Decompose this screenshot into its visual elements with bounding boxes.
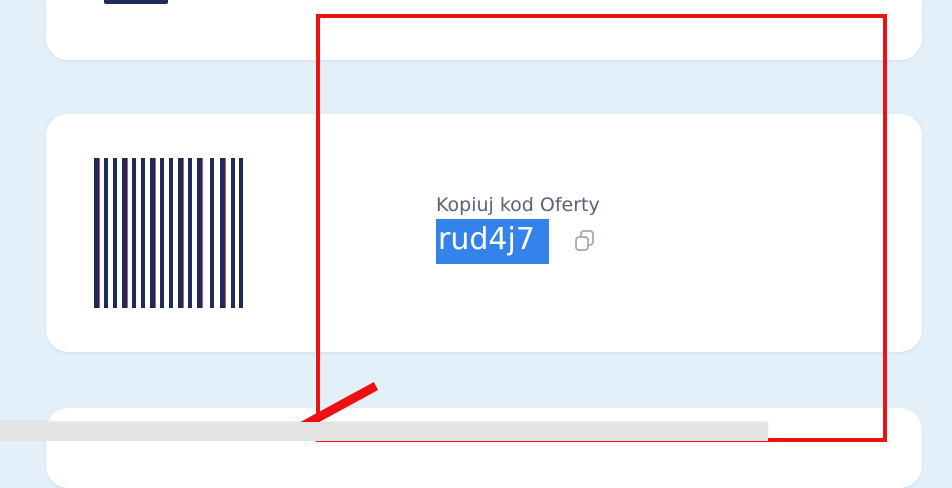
offer-code[interactable]: rud4j7: [436, 219, 549, 264]
offer-card: Kopiuj kod Oferty rud4j7: [46, 114, 922, 352]
previous-offer-card: [46, 0, 922, 60]
tooltip-bar: [0, 422, 768, 441]
barcode-icon: [94, 158, 243, 308]
next-offer-card: [46, 408, 922, 488]
offer-code-block: Kopiuj kod Oferty rud4j7: [436, 196, 600, 264]
offer-code-row: rud4j7: [436, 219, 600, 264]
copy-offer-code-label[interactable]: Kopiuj kod Oferty: [436, 196, 600, 215]
previous-offer-barcode-fragment: [104, 0, 168, 4]
copy-icon[interactable]: [571, 228, 597, 254]
